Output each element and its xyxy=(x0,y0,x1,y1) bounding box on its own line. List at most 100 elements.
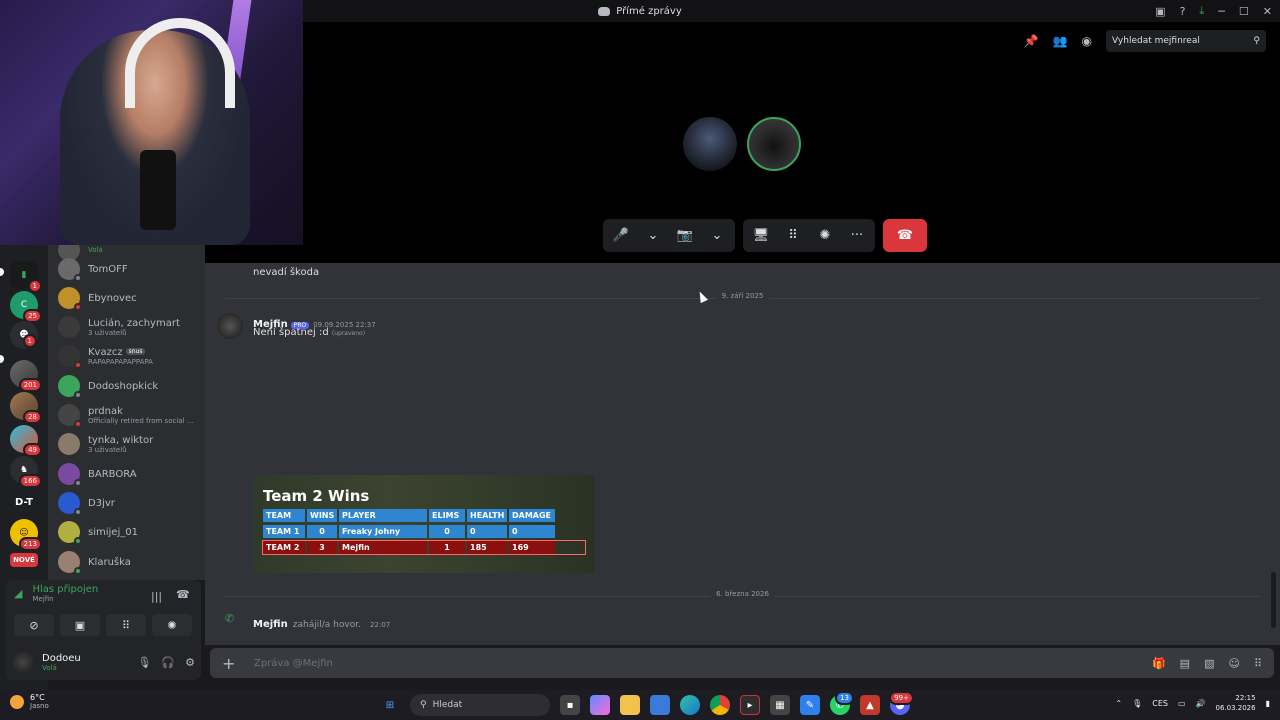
noise-icon[interactable]: ||| xyxy=(151,590,162,603)
chevron-down-icon[interactable]: ⌄ xyxy=(641,224,665,248)
avatar[interactable] xyxy=(217,313,243,339)
server-icon[interactable]: 201 xyxy=(10,360,42,392)
dm-item[interactable]: tynka, wiktor 3 uživatelů xyxy=(58,433,203,455)
server-icon[interactable]: ♞ 166 xyxy=(10,456,42,488)
dm-item[interactable]: simijej_01 xyxy=(58,521,203,545)
add-attachment-button[interactable]: + xyxy=(222,654,246,673)
chat-scrollbar[interactable] xyxy=(1271,572,1276,628)
more-icon[interactable]: ··· xyxy=(845,224,869,248)
participant-avatar[interactable] xyxy=(683,117,737,171)
server-icon[interactable]: 49 xyxy=(10,425,42,457)
server-icon[interactable]: ▮ 1 xyxy=(10,261,42,293)
apps-icon[interactable]: ⠿ xyxy=(1254,657,1262,670)
pin-icon[interactable]: 📌 xyxy=(1024,34,1039,48)
notification-icon[interactable]: ▮ xyxy=(1266,699,1270,708)
chevron-up-icon[interactable]: ⌃ xyxy=(1115,699,1122,708)
file-explorer-icon[interactable] xyxy=(620,695,640,715)
date-divider: 9. září 2025 xyxy=(225,292,1260,300)
windows-start-icon[interactable]: ⊞ xyxy=(380,695,400,715)
new-badge[interactable]: NOVÉ xyxy=(10,553,38,567)
profile-icon[interactable]: ◉ xyxy=(1082,34,1092,48)
weather-widget[interactable]: 6°C Jasno xyxy=(10,693,49,710)
avatar xyxy=(58,258,82,282)
avatar xyxy=(58,492,82,516)
minimize-button[interactable]: ─ xyxy=(1218,5,1225,18)
emoji-icon[interactable]: ☺ xyxy=(1228,657,1239,670)
voice-status[interactable]: Hlas připojen xyxy=(32,584,98,595)
date-divider: 6. března 2026 xyxy=(225,590,1260,598)
dm-item[interactable]: Kvazcz snus RAPAPAPAPAPPAPA xyxy=(58,345,203,369)
download-icon[interactable]: ⤓ xyxy=(1199,4,1204,18)
chrome-icon[interactable] xyxy=(710,695,730,715)
network-icon[interactable]: ▭ xyxy=(1178,699,1186,708)
scorecard-image[interactable]: Team 2 Wins TEAM WINS PLAYER ELIMS HEALT… xyxy=(253,475,595,573)
sticker-icon[interactable]: ▧ xyxy=(1204,657,1214,670)
server-label-dt[interactable]: D-T xyxy=(10,488,38,516)
gif-icon[interactable]: ▤ xyxy=(1180,657,1190,670)
dm-item[interactable]: Lucián, zachymart 3 uživatelů xyxy=(58,316,203,338)
call-toolbar: 📌 👥 ◉ Vyhledat mejfinreal ⚲ xyxy=(1024,30,1266,52)
microphone-icon[interactable]: 🎤 xyxy=(609,224,633,248)
dm-item[interactable]: prdnak Officially retired from social ... xyxy=(58,404,203,428)
close-button[interactable]: ✕ xyxy=(1263,5,1272,18)
help-icon[interactable]: ? xyxy=(1180,5,1186,18)
screen-share-icon[interactable]: 🖥 xyxy=(749,224,773,248)
activities-button[interactable]: ⠿ xyxy=(106,614,146,636)
dm-item[interactable]: Dodoshopkick xyxy=(58,375,203,399)
discord-icon[interactable]: ◕ 99+ xyxy=(889,691,914,715)
dm-item[interactable]: D3jvr xyxy=(58,492,203,516)
microphone-icon[interactable]: 🎙 xyxy=(1132,699,1142,708)
scorecard-header-row: TEAM WINS PLAYER ELIMS HEALTH DAMAGE xyxy=(263,509,585,522)
activities-icon[interactable]: ⠿ xyxy=(781,224,805,248)
headphones-icon[interactable]: 🎧 xyxy=(161,656,175,669)
server-icon[interactable]: ☺ 213 xyxy=(10,519,42,551)
end-call-button[interactable]: ☎ xyxy=(883,219,927,252)
dm-item[interactable]: BARBORA xyxy=(58,463,203,487)
server-icon[interactable]: C 25 xyxy=(10,291,42,323)
taskview-icon[interactable]: ▪ xyxy=(560,695,580,715)
dm-list: Volá TomOFF Ebynovec Lucián, zachymart 3 … xyxy=(48,245,205,580)
message-input[interactable]: + Zpráva @Mejfin 🎁 ▤ ▧ ☺ ⠿ xyxy=(210,648,1274,678)
add-friend-icon[interactable]: 👥 xyxy=(1053,34,1068,48)
edge-icon[interactable] xyxy=(680,695,700,715)
avatar xyxy=(58,521,82,545)
unread-pill xyxy=(0,268,4,276)
copilot-icon[interactable] xyxy=(590,695,610,715)
language-indicator[interactable]: CES xyxy=(1152,699,1168,708)
taskbar-search[interactable]: ⚲ Hledat xyxy=(410,694,550,716)
mic-group: 🎤 ⌄ 📷 ⌄ xyxy=(603,219,735,252)
chevron-down-icon[interactable]: ⌄ xyxy=(705,224,729,248)
screen-share-button[interactable]: ▣ xyxy=(60,614,100,636)
call-search-input[interactable]: Vyhledat mejfinreal ⚲ xyxy=(1106,30,1266,52)
terminal-icon[interactable]: ▸ xyxy=(740,695,760,715)
server-icon[interactable]: 28 xyxy=(10,392,42,424)
dm-item[interactable]: Ebynovec xyxy=(58,287,203,311)
dm-item[interactable]: TomOFF xyxy=(58,258,203,282)
volume-icon[interactable]: 🔊 xyxy=(1196,699,1206,708)
gift-icon[interactable]: 🎁 xyxy=(1152,657,1166,670)
avatar xyxy=(58,287,82,311)
search-icon: ⚲ xyxy=(420,700,427,710)
avatar[interactable] xyxy=(12,651,34,673)
share-group: 🖥 ⠿ ✺ ··· xyxy=(743,219,875,252)
inbox-icon[interactable]: ▣ xyxy=(1155,5,1165,18)
microphone-icon[interactable]: 🎙 xyxy=(137,656,151,669)
participant-avatar-speaking[interactable] xyxy=(747,117,801,171)
whatsapp-icon[interactable]: ✆ 13 xyxy=(830,691,854,715)
soundboard-icon[interactable]: ✺ xyxy=(813,224,837,248)
calculator-icon[interactable]: ▦ xyxy=(770,695,790,715)
soundboard-button[interactable]: ✺ xyxy=(152,614,192,636)
app-icon[interactable]: ✎ xyxy=(800,695,820,715)
call-area: 📌 👥 ◉ Vyhledat mejfinreal ⚲ 🎤 ⌄ 📷 ⌄ 🖥 ⠿ ✺… xyxy=(303,22,1280,263)
dm-item[interactable]: Klaruška xyxy=(58,551,203,575)
maximize-button[interactable]: ☐ xyxy=(1239,5,1249,18)
group-avatar xyxy=(58,433,80,455)
clock[interactable]: 22:15 06.03.2026 xyxy=(1216,693,1256,713)
game-icon[interactable]: ▲ xyxy=(860,695,880,715)
system-tray: ⌃ 🎙 CES ▭ 🔊 22:15 06.03.2026 ▮ xyxy=(1115,693,1270,713)
settings-icon[interactable]: ⚙ xyxy=(185,656,195,669)
camera-off-button[interactable]: ⊘ xyxy=(14,614,54,636)
store-icon[interactable] xyxy=(650,695,670,715)
disconnect-icon[interactable]: ☎ xyxy=(176,588,190,601)
camera-off-icon[interactable]: 📷 xyxy=(673,224,697,248)
